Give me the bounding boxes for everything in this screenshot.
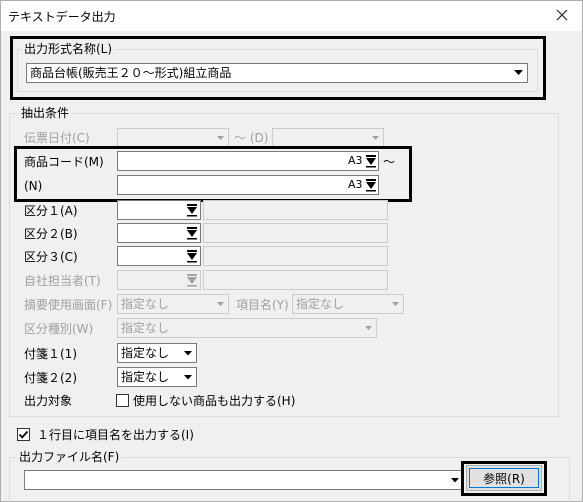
item-name-label: 項目名(Y) <box>236 298 289 312</box>
slip-date-to-select[interactable] <box>272 128 384 148</box>
category3-search-button[interactable] <box>184 247 200 265</box>
search-list-icon <box>187 204 197 217</box>
browse-button[interactable]: 参照(R) <box>466 465 542 491</box>
chevron-down-icon <box>513 70 523 75</box>
output-file-group-label: 出力ファイル名(F) <box>17 450 122 464</box>
chevron-down-icon <box>391 301 399 306</box>
search-list-icon <box>366 179 376 192</box>
tag1-select[interactable]: 指定なし <box>117 343 197 363</box>
category2-name-display <box>203 223 388 243</box>
product-code-tilde: ～ <box>383 155 396 169</box>
format-dropdown-button[interactable] <box>509 64 527 82</box>
category1-name-display <box>203 200 388 220</box>
slip-date-from-select[interactable] <box>117 128 229 148</box>
chevron-down-icon <box>216 135 224 140</box>
item-name-dropdown[interactable] <box>387 295 403 313</box>
output-file-select[interactable] <box>24 470 464 490</box>
slip-date-from-dropdown[interactable] <box>212 129 228 147</box>
search-list-icon <box>366 155 376 168</box>
category2-label: 区分２(B) <box>24 227 78 241</box>
chevron-down-icon <box>216 301 224 306</box>
tag2-value: 指定なし <box>121 370 170 384</box>
summary-screen-value: 指定なし <box>121 297 170 311</box>
product-code-label: 商品コード(M) <box>24 155 104 169</box>
format-select[interactable]: 商品台帳(販売王２０～形式)組立商品 <box>26 63 528 83</box>
slip-date-to-label: ～ (D) <box>234 131 269 145</box>
header-row-checkbox-label[interactable]: １行目に項目名を出力する(I) <box>37 428 194 442</box>
checkmark-icon <box>18 430 29 439</box>
header-row-checkbox[interactable] <box>17 428 30 441</box>
item-name-select[interactable]: 指定なし <box>292 294 404 314</box>
product-code-from-search-button[interactable] <box>363 152 379 170</box>
unused-products-checkbox[interactable] <box>116 394 129 407</box>
product-code-from-tag: A3 <box>348 154 363 167</box>
staff-label: 自社担当者(T) <box>24 274 101 288</box>
category-type-select[interactable]: 指定なし <box>117 318 377 338</box>
category1-search-button[interactable] <box>184 201 200 219</box>
summary-screen-label: 摘要使用画面(F) <box>24 298 113 312</box>
format-select-value: 商品台帳(販売王２０～形式)組立商品 <box>30 66 232 80</box>
product-code-to-label: (N) <box>24 179 43 193</box>
chevron-down-icon <box>371 135 379 140</box>
unused-products-checkbox-label[interactable]: 使用しない商品も出力する(H) <box>133 394 295 408</box>
product-code-from-input[interactable]: A3 <box>117 151 379 171</box>
format-group-label: 出力形式名称(L) <box>22 42 115 56</box>
tag1-value: 指定なし <box>121 346 170 360</box>
chevron-down-icon <box>184 350 192 355</box>
category1-label: 区分１(A) <box>24 204 78 218</box>
tag2-label: 付箋２(2) <box>24 371 77 385</box>
product-code-to-search-button[interactable] <box>363 176 379 194</box>
tag1-dropdown[interactable] <box>180 344 196 362</box>
slip-date-label: 伝票日付(C) <box>24 131 90 145</box>
category-type-value: 指定なし <box>121 321 170 335</box>
tag2-dropdown[interactable] <box>180 368 196 386</box>
tag2-select[interactable]: 指定なし <box>117 367 197 387</box>
search-list-icon <box>187 227 197 240</box>
item-name-value: 指定なし <box>296 297 345 311</box>
close-button[interactable] <box>550 3 574 27</box>
product-code-to-input[interactable]: A3 <box>117 175 379 195</box>
category-type-dropdown[interactable] <box>360 319 376 337</box>
category-type-label: 区分種別(W) <box>24 322 94 336</box>
summary-screen-dropdown[interactable] <box>212 295 228 313</box>
tag1-label: 付箋１(1) <box>24 347 77 361</box>
staff-name-display <box>203 270 388 290</box>
conditions-group-label: 抽出条件 <box>19 106 72 120</box>
chevron-down-icon <box>184 374 192 379</box>
browse-button-label: 参照(R) <box>483 471 525 486</box>
window-title: テキストデータ出力 <box>8 10 116 24</box>
chevron-down-icon <box>451 477 459 482</box>
staff-search-button[interactable] <box>184 271 200 289</box>
search-list-icon <box>187 274 197 287</box>
category3-label: 区分３(C) <box>24 250 78 264</box>
category2-search-button[interactable] <box>184 224 200 242</box>
output-target-label: 出力対象 <box>24 394 73 408</box>
summary-screen-select[interactable]: 指定なし <box>117 294 229 314</box>
slip-date-to-dropdown[interactable] <box>367 129 383 147</box>
search-list-icon <box>187 250 197 263</box>
close-icon <box>556 9 568 21</box>
chevron-down-icon <box>364 325 372 330</box>
category3-name-display <box>203 246 388 266</box>
product-code-to-tag: A3 <box>348 178 363 191</box>
